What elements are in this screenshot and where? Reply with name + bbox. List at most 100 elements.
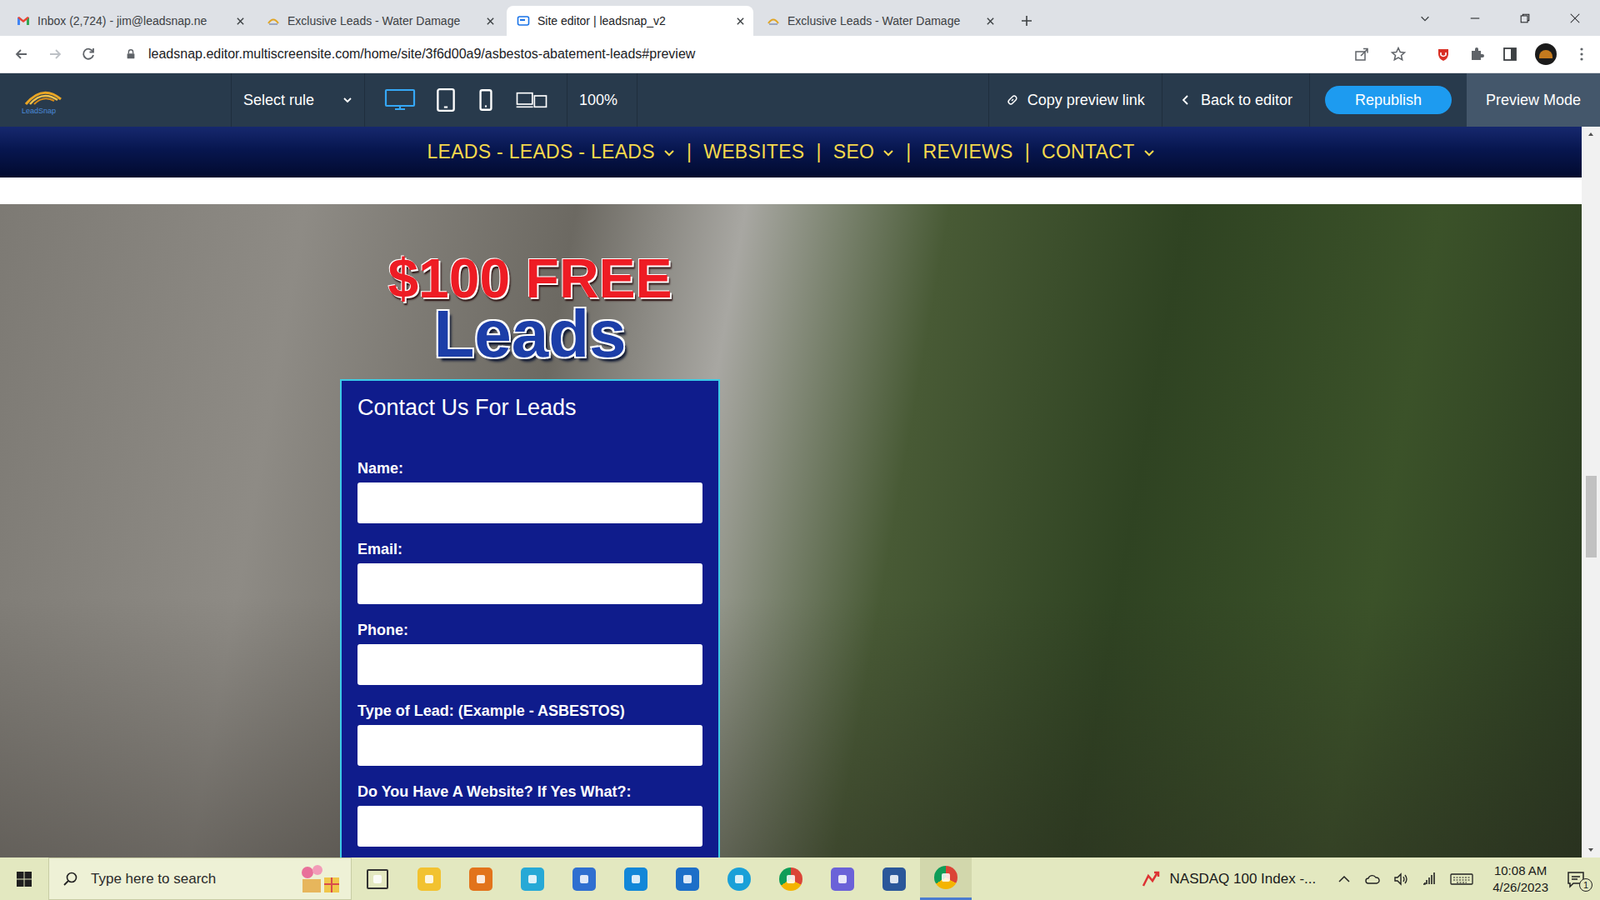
tab-search-icon[interactable] — [1400, 12, 1450, 25]
text-input[interactable] — [357, 644, 703, 685]
taskbar-app[interactable] — [351, 857, 404, 900]
url-field[interactable]: leadsnap.editor.multiscreensite.com/home… — [113, 39, 1419, 70]
site-favicon-icon — [766, 14, 780, 28]
taskbar-app[interactable] — [661, 857, 714, 900]
tab-strip: Inbox (2,724) - jim@leadsnap.neExclusive… — [0, 0, 1600, 36]
scroll-down-icon[interactable] — [1586, 845, 1595, 855]
cloud-icon[interactable] — [1364, 870, 1381, 888]
tab-label: Site editor | leadsnap_v2 — [537, 14, 729, 28]
field-label: Email: — [357, 540, 703, 559]
nav-separator: | — [815, 140, 821, 164]
form-field: Type of Lead: (Example - ASBESTOS) — [357, 701, 703, 766]
select-rule-dropdown[interactable]: Select rule — [231, 73, 365, 127]
new-tab-icon[interactable] — [1020, 14, 1034, 28]
scroll-up-icon[interactable] — [1586, 130, 1595, 139]
device-button[interactable] — [468, 82, 504, 118]
taskbar-app[interactable] — [713, 857, 765, 900]
nav-item[interactable]: CONTACT — [1041, 140, 1155, 164]
device-button[interactable] — [508, 82, 555, 118]
browser-tab[interactable]: Exclusive Leads - Water Damage — [756, 5, 1004, 36]
app-icon — [417, 867, 441, 891]
taskbar-app[interactable] — [558, 857, 610, 900]
start-button[interactable] — [0, 857, 49, 900]
side-panel-icon[interactable] — [1501, 45, 1519, 63]
taskbar-app[interactable] — [403, 857, 455, 900]
minimize-icon[interactable] — [1450, 12, 1500, 25]
text-input[interactable] — [357, 725, 703, 766]
stock-widget[interactable]: NASDAQ 100 Index -... — [1130, 857, 1329, 900]
desktop-icon — [383, 87, 417, 113]
app-icon — [830, 867, 855, 891]
taskbar-app[interactable] — [610, 857, 662, 900]
preview-mode-label: Preview Mode — [1466, 73, 1600, 127]
nav-item[interactable]: LEADS - LEADS - LEADS — [426, 140, 675, 164]
close-tab-icon[interactable] — [735, 16, 745, 26]
forward-icon[interactable] — [46, 45, 64, 63]
form-field: Phone: — [357, 620, 703, 685]
lock-icon[interactable] — [125, 48, 137, 60]
taskbar-search[interactable]: Type here to search — [48, 857, 352, 900]
taskbar-app[interactable] — [455, 857, 507, 900]
browser-tab[interactable]: Site editor | leadsnap_v2 — [506, 5, 754, 36]
device-button[interactable] — [428, 82, 464, 118]
extensions-puzzle-icon[interactable] — [1468, 45, 1485, 63]
show-hidden-icons-icon[interactable] — [1335, 870, 1353, 888]
browser-tab[interactable]: Exclusive Leads - Water Damage — [256, 5, 504, 36]
extension-shield-icon[interactable] — [1435, 45, 1452, 63]
device-button[interactable] — [376, 82, 424, 118]
browser-tab[interactable]: Inbox (2,724) - jim@leadsnap.ne — [6, 5, 254, 36]
taskbar-app[interactable] — [765, 857, 817, 900]
taskbar-app[interactable] — [868, 857, 920, 900]
tab-label: Exclusive Leads - Water Damage — [787, 14, 979, 28]
close-tab-icon[interactable] — [235, 16, 245, 26]
nav-item[interactable]: SEO — [833, 140, 895, 164]
scroll-thumb[interactable] — [1585, 475, 1597, 558]
promo-top: $100 FREE — [387, 250, 672, 306]
back-to-editor-button[interactable]: Back to editor — [1161, 73, 1310, 127]
nav-separator: | — [1025, 140, 1030, 164]
profile-avatar[interactable] — [1535, 43, 1557, 65]
nav-item[interactable]: REVIEWS — [923, 140, 1014, 164]
scroll-track[interactable] — [1581, 141, 1600, 843]
dropdown-caret-icon — [342, 95, 353, 105]
taskbar-app[interactable] — [506, 857, 559, 900]
taskbar-app[interactable] — [816, 857, 869, 900]
text-input[interactable] — [357, 563, 703, 605]
close-window-icon[interactable] — [1550, 12, 1600, 25]
speaker-icon[interactable] — [1392, 870, 1410, 888]
multi-device-icon — [515, 87, 549, 113]
keyboard-icon[interactable] — [1449, 870, 1475, 888]
reload-icon[interactable] — [80, 45, 97, 63]
taskbar-app[interactable] — [920, 857, 972, 900]
hero-column: $100 FREELeadsContact Us For LeadsName:E… — [340, 250, 720, 858]
link-icon — [1005, 93, 1020, 107]
form-title: Contact Us For Leads — [357, 394, 703, 421]
clock-time: 10:08 AM — [1494, 862, 1547, 880]
menu-icon[interactable] — [1573, 45, 1590, 63]
notification-center[interactable]: 1 — [1558, 857, 1600, 900]
text-input[interactable] — [357, 482, 703, 524]
nav-item[interactable]: WEBSITES — [703, 140, 805, 164]
wifi-icon[interactable] — [1420, 870, 1438, 888]
zoom-dropdown[interactable]: 100% — [567, 73, 638, 127]
spacer — [0, 177, 1582, 205]
republish-cell: Republish — [1309, 73, 1467, 127]
back-icon[interactable] — [13, 45, 30, 63]
clock[interactable]: 10:08 AM4/26/2023 — [1482, 857, 1559, 900]
close-tab-icon[interactable] — [985, 16, 995, 26]
bookmark-star-icon[interactable] — [1390, 45, 1407, 63]
screen: Inbox (2,724) - jim@leadsnap.neExclusive… — [0, 0, 1600, 900]
text-input[interactable] — [357, 805, 703, 847]
restore-icon[interactable] — [1500, 12, 1550, 25]
chevron-down-icon — [663, 146, 675, 159]
republish-button[interactable]: Republish — [1325, 85, 1452, 115]
windows-icon — [15, 870, 33, 888]
app-icon — [469, 867, 493, 891]
share-icon[interactable] — [1353, 45, 1370, 63]
url-text: leadsnap.editor.multiscreensite.com/home… — [148, 46, 695, 62]
copy-preview-link-button[interactable]: Copy preview link — [988, 73, 1162, 127]
scrollbar[interactable] — [1581, 126, 1600, 858]
logo[interactable]: LeadSnap — [0, 73, 232, 127]
close-tab-icon[interactable] — [485, 16, 495, 26]
app-icon — [779, 867, 803, 891]
